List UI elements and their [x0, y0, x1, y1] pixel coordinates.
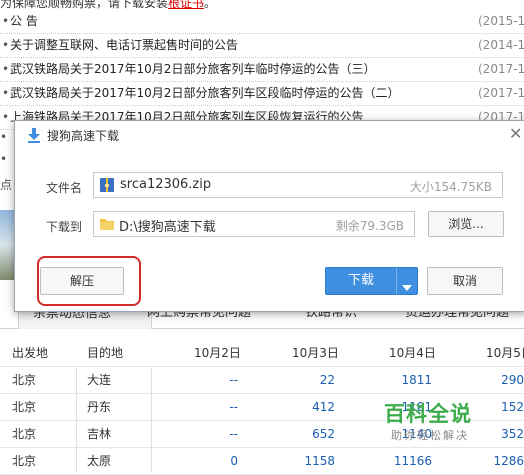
root-cert-link[interactable]: 根证书 — [168, 0, 204, 10]
cell-count[interactable]: 0 — [230, 448, 238, 474]
highlight-ring — [37, 256, 141, 306]
cell-from: 北京 — [12, 400, 37, 414]
cell-count[interactable]: 11166 — [394, 448, 432, 474]
watermark-subtitle: 助你轻松解决 — [391, 429, 469, 442]
cell-count[interactable]: 1811 — [401, 367, 432, 393]
bullet: • — [0, 152, 8, 166]
cell-count[interactable]: 290 — [501, 367, 524, 393]
notice-date: (2017-10- — [478, 62, 524, 76]
download-icon — [27, 127, 41, 143]
cell-count[interactable]: 22 — [320, 367, 335, 393]
download-button[interactable]: 下载 — [325, 267, 397, 295]
cell-to: 丹东 — [87, 400, 112, 414]
close-icon[interactable]: ✕ — [509, 124, 522, 143]
cancel-button[interactable]: 取消 — [427, 267, 503, 295]
col-header: 10月3日 — [292, 346, 339, 360]
table-row: 北京 大连 -- 22 1811 290 — [0, 367, 524, 394]
notice-date: (2015-12- — [478, 14, 524, 28]
bullet: • — [2, 62, 10, 76]
chevron-down-icon — [402, 277, 412, 296]
cell-count[interactable]: 652 — [312, 421, 335, 447]
download-options-dropdown[interactable] — [396, 267, 418, 295]
file-size: 大小154.75KB — [409, 180, 492, 194]
dialog-titlebar[interactable]: 搜狗高速下载 ✕ — [15, 121, 524, 149]
filename-label: 文件名 — [46, 181, 83, 195]
zip-file-icon — [99, 177, 115, 197]
cell-count[interactable]: 1286 — [493, 448, 524, 474]
watermark-title: 百科全说 — [384, 402, 472, 426]
bullet: • — [2, 14, 10, 28]
cell-count[interactable]: 352 — [501, 421, 524, 447]
cell-from: 北京 — [12, 427, 37, 441]
filename-value: srca12306.zip — [120, 177, 212, 192]
col-header: 10月4日 — [389, 346, 436, 360]
table-divider — [76, 368, 77, 473]
col-header: 目的地 — [87, 346, 124, 360]
saveto-label: 下载到 — [46, 220, 83, 234]
filename-field[interactable]: srca12306.zip 大小154.75KB — [93, 172, 503, 198]
cell-count[interactable]: 1158 — [304, 448, 335, 474]
notice-list: • 公 告 (2015-12- • 关于调整互联网、电话订票起售时间的公告 (2… — [0, 10, 524, 130]
col-header: 10月2日 — [194, 346, 241, 360]
notice-title[interactable]: 关于调整互联网、电话订票起售时间的公告 — [10, 34, 238, 57]
notice-date: (2017-10- — [478, 86, 524, 100]
col-header: 10月5日 — [486, 346, 524, 360]
cell-to: 太原 — [87, 454, 112, 468]
table-header: 出发地 目的地 10月2日 10月3日 10月4日 10月5日 — [0, 340, 524, 367]
notice-item[interactable]: • 武汉铁路局关于2017年10月2日部分旅客列车区段临时停运的公告（二） (2… — [0, 82, 524, 106]
bullet: • — [2, 38, 10, 52]
cell-from: 北京 — [12, 373, 37, 387]
cell-count[interactable]: 152 — [501, 394, 524, 420]
browse-button[interactable]: 浏览... — [428, 211, 504, 237]
table-row: 北京 太原 0 1158 11166 1286 — [0, 448, 524, 475]
cell-count[interactable]: -- — [229, 421, 238, 447]
bullet: • — [0, 130, 8, 144]
folder-icon — [99, 216, 115, 236]
bullet: • — [2, 86, 10, 100]
col-header: 出发地 — [12, 346, 49, 360]
cell-count[interactable]: -- — [229, 367, 238, 393]
notice-title[interactable]: 公 告 — [10, 10, 38, 33]
notice-title[interactable]: 武汉铁路局关于2017年10月2日部分旅客列车临时停运的公告（三） — [10, 58, 375, 81]
dialog-title: 搜狗高速下载 — [47, 129, 120, 143]
notice-item[interactable]: • 武汉铁路局关于2017年10月2日部分旅客列车临时停运的公告（三） (201… — [0, 58, 524, 82]
cell-to: 吉林 — [87, 427, 112, 441]
bullet: 点 — [0, 178, 13, 192]
save-path-field[interactable]: D:\搜狗高速下载 剩余79.3GB — [93, 211, 415, 237]
notice-title[interactable]: 武汉铁路局关于2017年10月2日部分旅客列车区段临时停运的公告（二） — [10, 82, 399, 105]
cell-to: 大连 — [87, 373, 112, 387]
save-path-value: D:\搜狗高速下载 — [119, 220, 216, 235]
top-notice-tail: 。 — [204, 0, 217, 10]
bullet: • — [2, 110, 10, 124]
cell-count[interactable]: 412 — [312, 394, 335, 420]
top-notice-text: 为保障您顺畅购票，请下载安装 — [0, 0, 169, 10]
notice-item[interactable]: • 公 告 (2015-12- — [0, 10, 524, 34]
cell-from: 北京 — [12, 454, 37, 468]
notice-item[interactable]: • 关于调整互联网、电话订票起售时间的公告 (2014-11- — [0, 34, 524, 58]
cell-count[interactable]: -- — [229, 394, 238, 420]
notice-date: (2014-11- — [478, 38, 524, 52]
table-divider — [151, 368, 152, 473]
free-space: 剩余79.3GB — [335, 219, 404, 233]
